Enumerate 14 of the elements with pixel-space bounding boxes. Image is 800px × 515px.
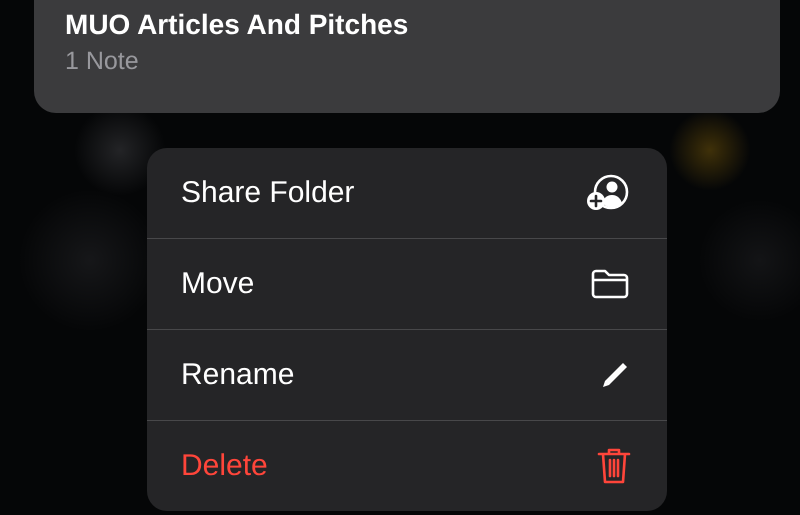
menu-item[interactable]: Move xyxy=(147,238,667,329)
folder-icon xyxy=(589,268,631,300)
folder-title: MUO Articles And Pitches xyxy=(65,8,408,42)
menu-item[interactable]: Delete xyxy=(147,420,667,511)
menu-item-label: Share Folder xyxy=(181,176,354,210)
folder-card[interactable]: MUO Articles And Pitches 1 Note xyxy=(34,0,780,113)
menu-item-label: Delete xyxy=(181,449,268,483)
menu-item-label: Rename xyxy=(181,358,294,392)
note-count: 1 Note xyxy=(65,46,139,77)
trash-icon xyxy=(597,446,631,486)
person-plus-icon xyxy=(585,173,631,213)
menu-item-label: Move xyxy=(181,267,254,301)
menu-item[interactable]: Rename xyxy=(147,329,667,420)
menu-item[interactable]: Share Folder xyxy=(147,148,667,238)
